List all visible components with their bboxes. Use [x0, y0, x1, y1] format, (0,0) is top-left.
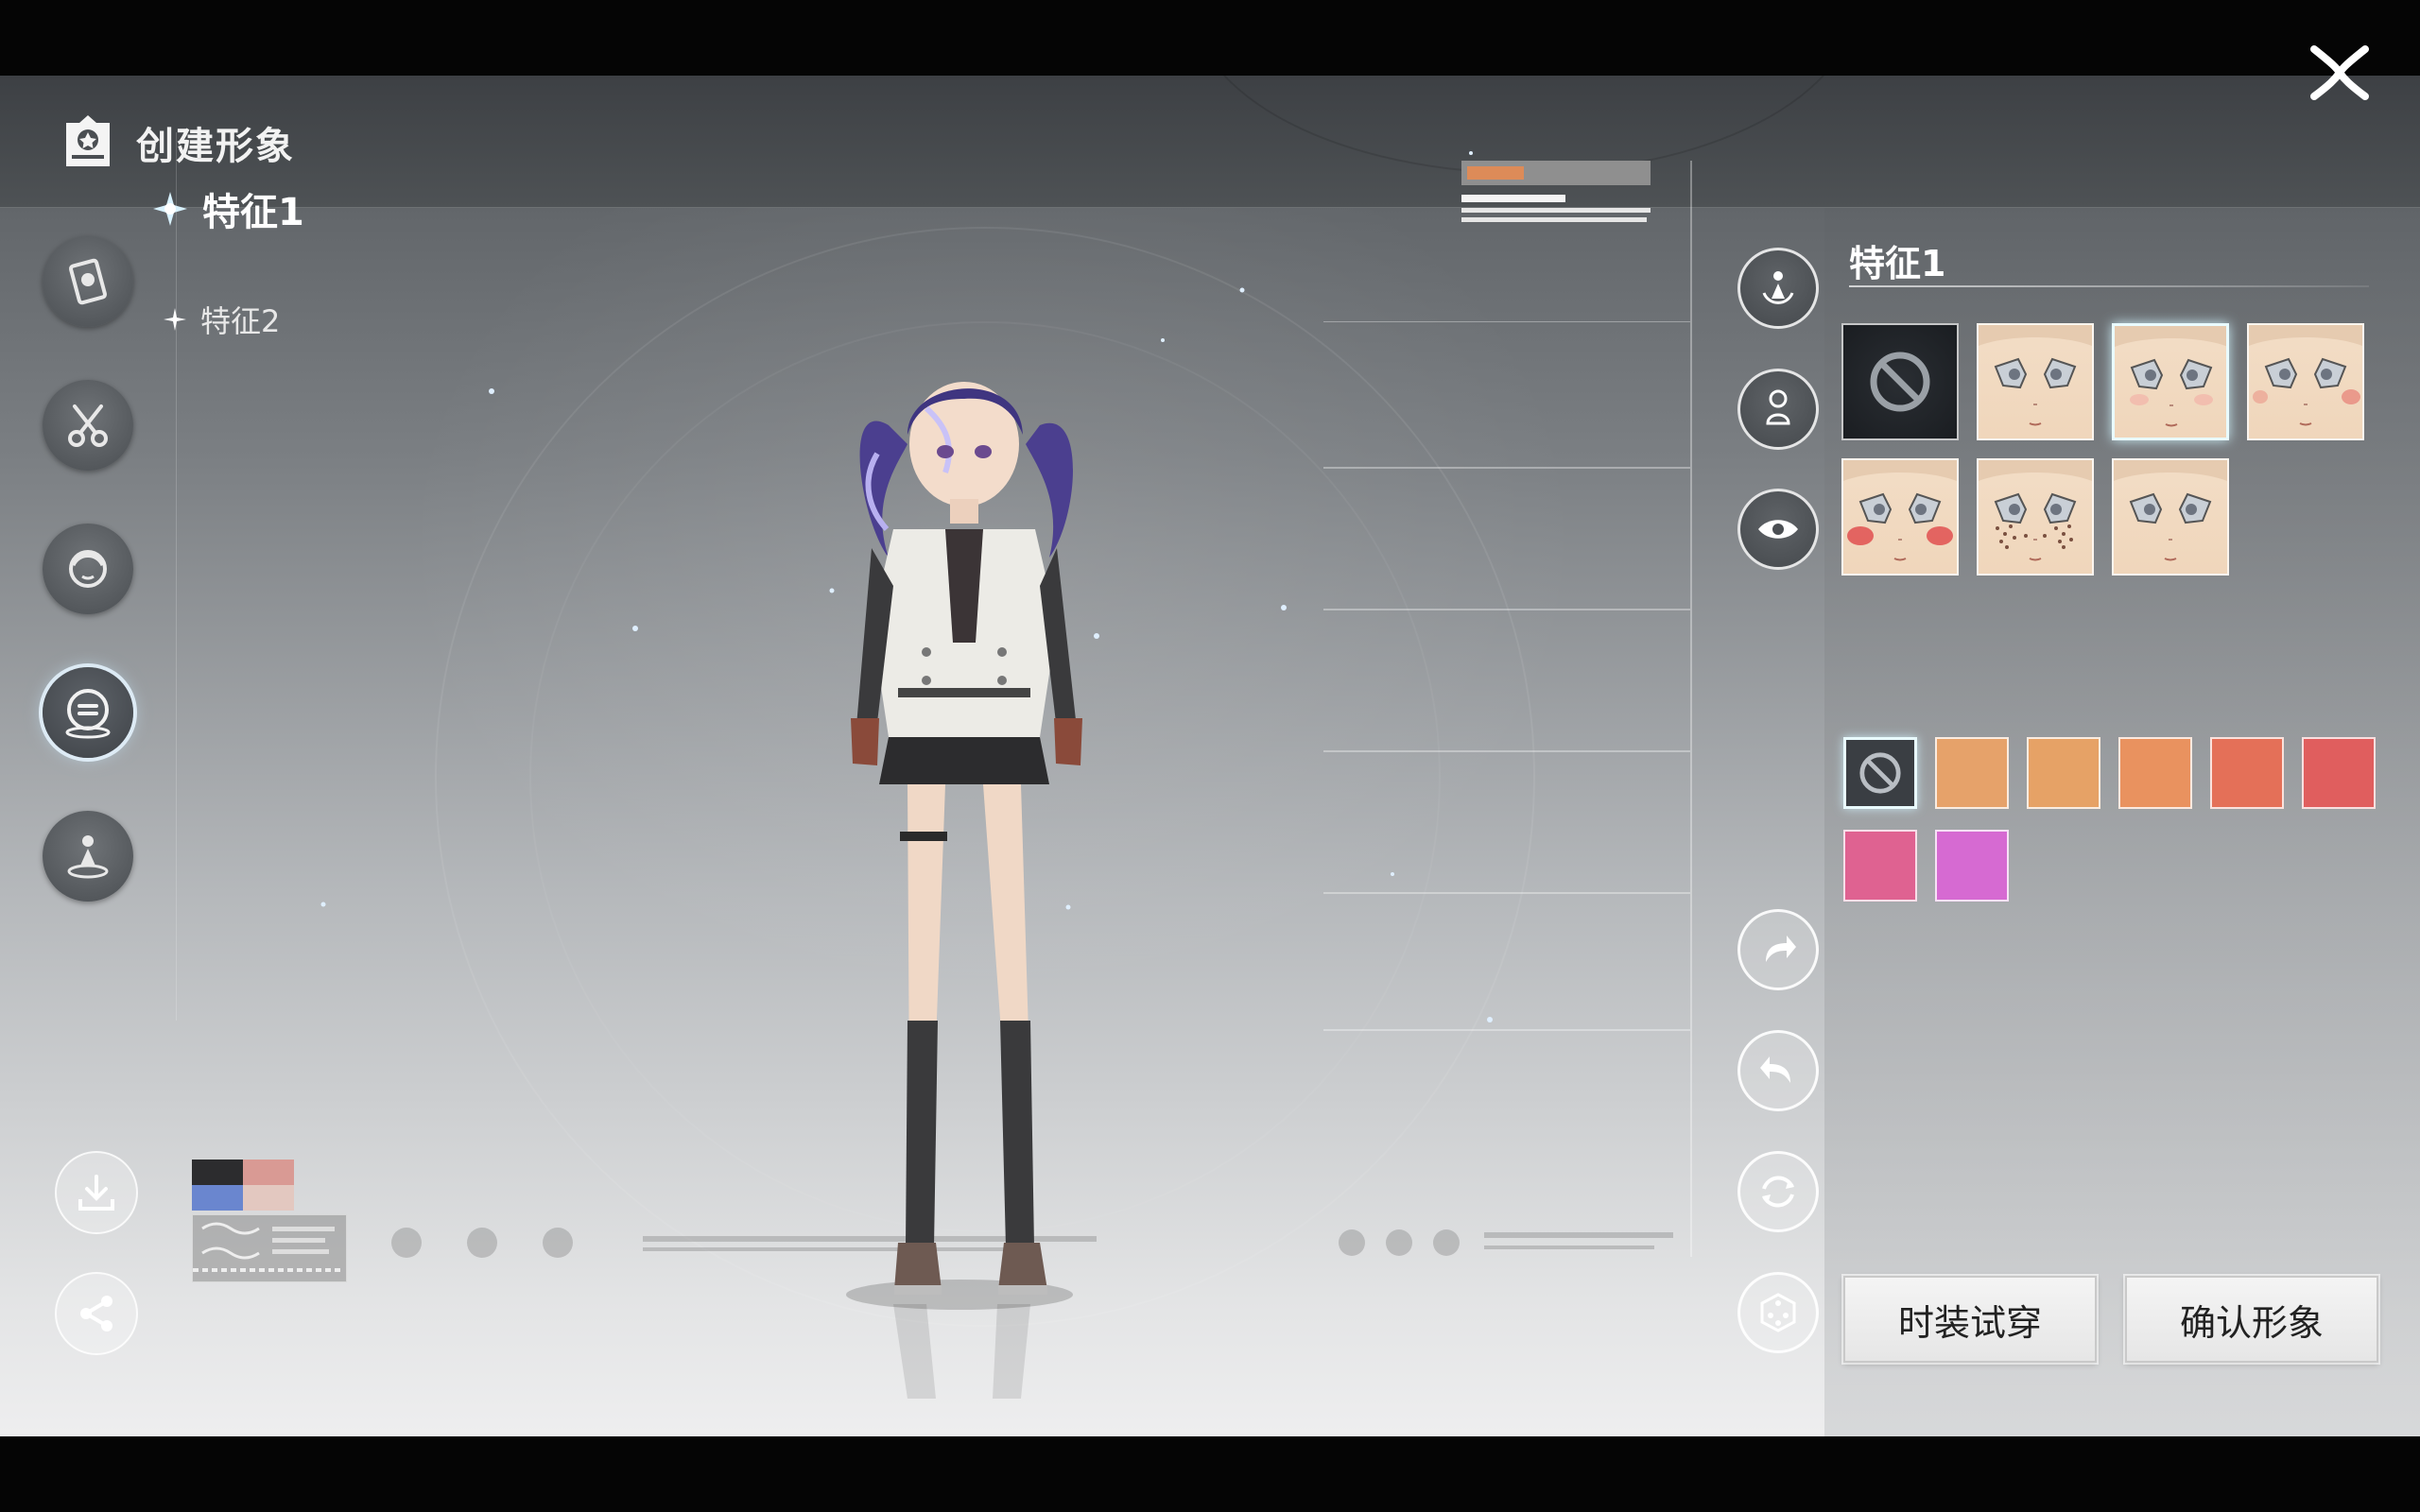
preview-color-swatches: [192, 1160, 294, 1211]
face-preview-icon: [2249, 325, 2362, 426]
letterbox-bottom: [0, 1436, 2420, 1512]
nav-hair-button[interactable]: [43, 380, 133, 471]
none-icon: [1870, 352, 1930, 412]
makeup-icon: [65, 689, 111, 739]
face-option[interactable]: [2112, 323, 2229, 440]
tab-feature-2[interactable]: 特征2: [163, 298, 280, 341]
undo-icon: [1760, 1057, 1790, 1083]
nav-face-button[interactable]: [43, 524, 133, 614]
body-icon: [1766, 389, 1790, 425]
close-icon[interactable]: [2307, 40, 2373, 106]
nav-pose-button[interactable]: [43, 811, 133, 902]
page-title: 创建形象: [136, 125, 295, 168]
face-option[interactable]: [1977, 458, 2094, 576]
sparkle-icon: [164, 308, 186, 331]
color-option[interactable]: [2210, 737, 2284, 809]
face-preview-icon: [1979, 325, 2092, 426]
hud-info-panel: [1461, 161, 1651, 222]
emblem-stamp: [192, 1214, 347, 1282]
header-title-group: 创建形象: [62, 113, 295, 172]
face-option-none[interactable]: [1841, 323, 1959, 440]
confirm-appearance-button[interactable]: 确认形象: [2125, 1276, 2378, 1363]
swatch: [243, 1185, 294, 1211]
try-on-outfit-button[interactable]: 时装试穿: [1843, 1276, 2097, 1363]
identity-card-icon: [68, 258, 108, 305]
face-option[interactable]: [2247, 323, 2364, 440]
tab-feature-1-label: 特征1: [202, 191, 304, 234]
random-button[interactable]: [1737, 1272, 1819, 1353]
none-icon: [1859, 752, 1901, 794]
redo-icon: [1766, 936, 1796, 962]
toggle-view-button[interactable]: [1737, 489, 1819, 570]
share-button[interactable]: [55, 1272, 138, 1355]
face-preview-icon: [2115, 326, 2226, 427]
face-preview-icon: [2114, 460, 2227, 561]
camera-rotate-button[interactable]: [1737, 248, 1819, 329]
redo-button[interactable]: [1737, 909, 1819, 990]
nav-identity-button[interactable]: [43, 236, 133, 327]
character-badge-icon: [66, 115, 110, 166]
swatch: [192, 1160, 243, 1185]
color-option-none[interactable]: [1843, 737, 1917, 809]
camera-rotate-icon: [1762, 271, 1794, 304]
reset-button[interactable]: [1737, 1151, 1819, 1232]
download-icon: [78, 1175, 114, 1211]
face-option[interactable]: [1841, 458, 1959, 576]
reset-icon: [1762, 1176, 1794, 1208]
tab-feature-1[interactable]: 特征1: [151, 181, 304, 236]
left-divider: [176, 132, 177, 1021]
body-button[interactable]: [1737, 369, 1819, 450]
color-option[interactable]: [2118, 737, 2192, 809]
share-icon: [80, 1296, 112, 1332]
color-option[interactable]: [1935, 737, 2009, 809]
hud-guide-lines: [1323, 321, 1690, 1031]
hair-scissors-icon: [68, 404, 108, 447]
face-icon: [69, 550, 107, 588]
color-option[interactable]: [1843, 830, 1917, 902]
color-option[interactable]: [1935, 830, 2009, 902]
undo-button[interactable]: [1737, 1030, 1819, 1111]
face-option[interactable]: [1977, 323, 2094, 440]
face-option[interactable]: [2112, 458, 2229, 576]
panel-title-underline: [1849, 285, 2369, 287]
random-dice-icon: [1760, 1293, 1796, 1332]
download-button[interactable]: [55, 1151, 138, 1234]
eye-icon: [1758, 520, 1798, 539]
color-option[interactable]: [2027, 737, 2100, 809]
character-model: [846, 382, 1082, 1399]
face-preview-icon: [1843, 460, 1957, 561]
swatch: [192, 1185, 243, 1211]
panel-title: 特征1: [1849, 243, 1946, 284]
pose-icon: [67, 835, 109, 879]
letterbox-top: [0, 0, 2420, 76]
nav-makeup-button[interactable]: [43, 667, 133, 758]
sparkle-selected-icon: [153, 192, 187, 226]
swatch: [243, 1160, 294, 1185]
tab-feature-2-label: 特征2: [200, 303, 281, 339]
face-preview-icon: [1979, 460, 2092, 561]
color-option[interactable]: [2302, 737, 2376, 809]
